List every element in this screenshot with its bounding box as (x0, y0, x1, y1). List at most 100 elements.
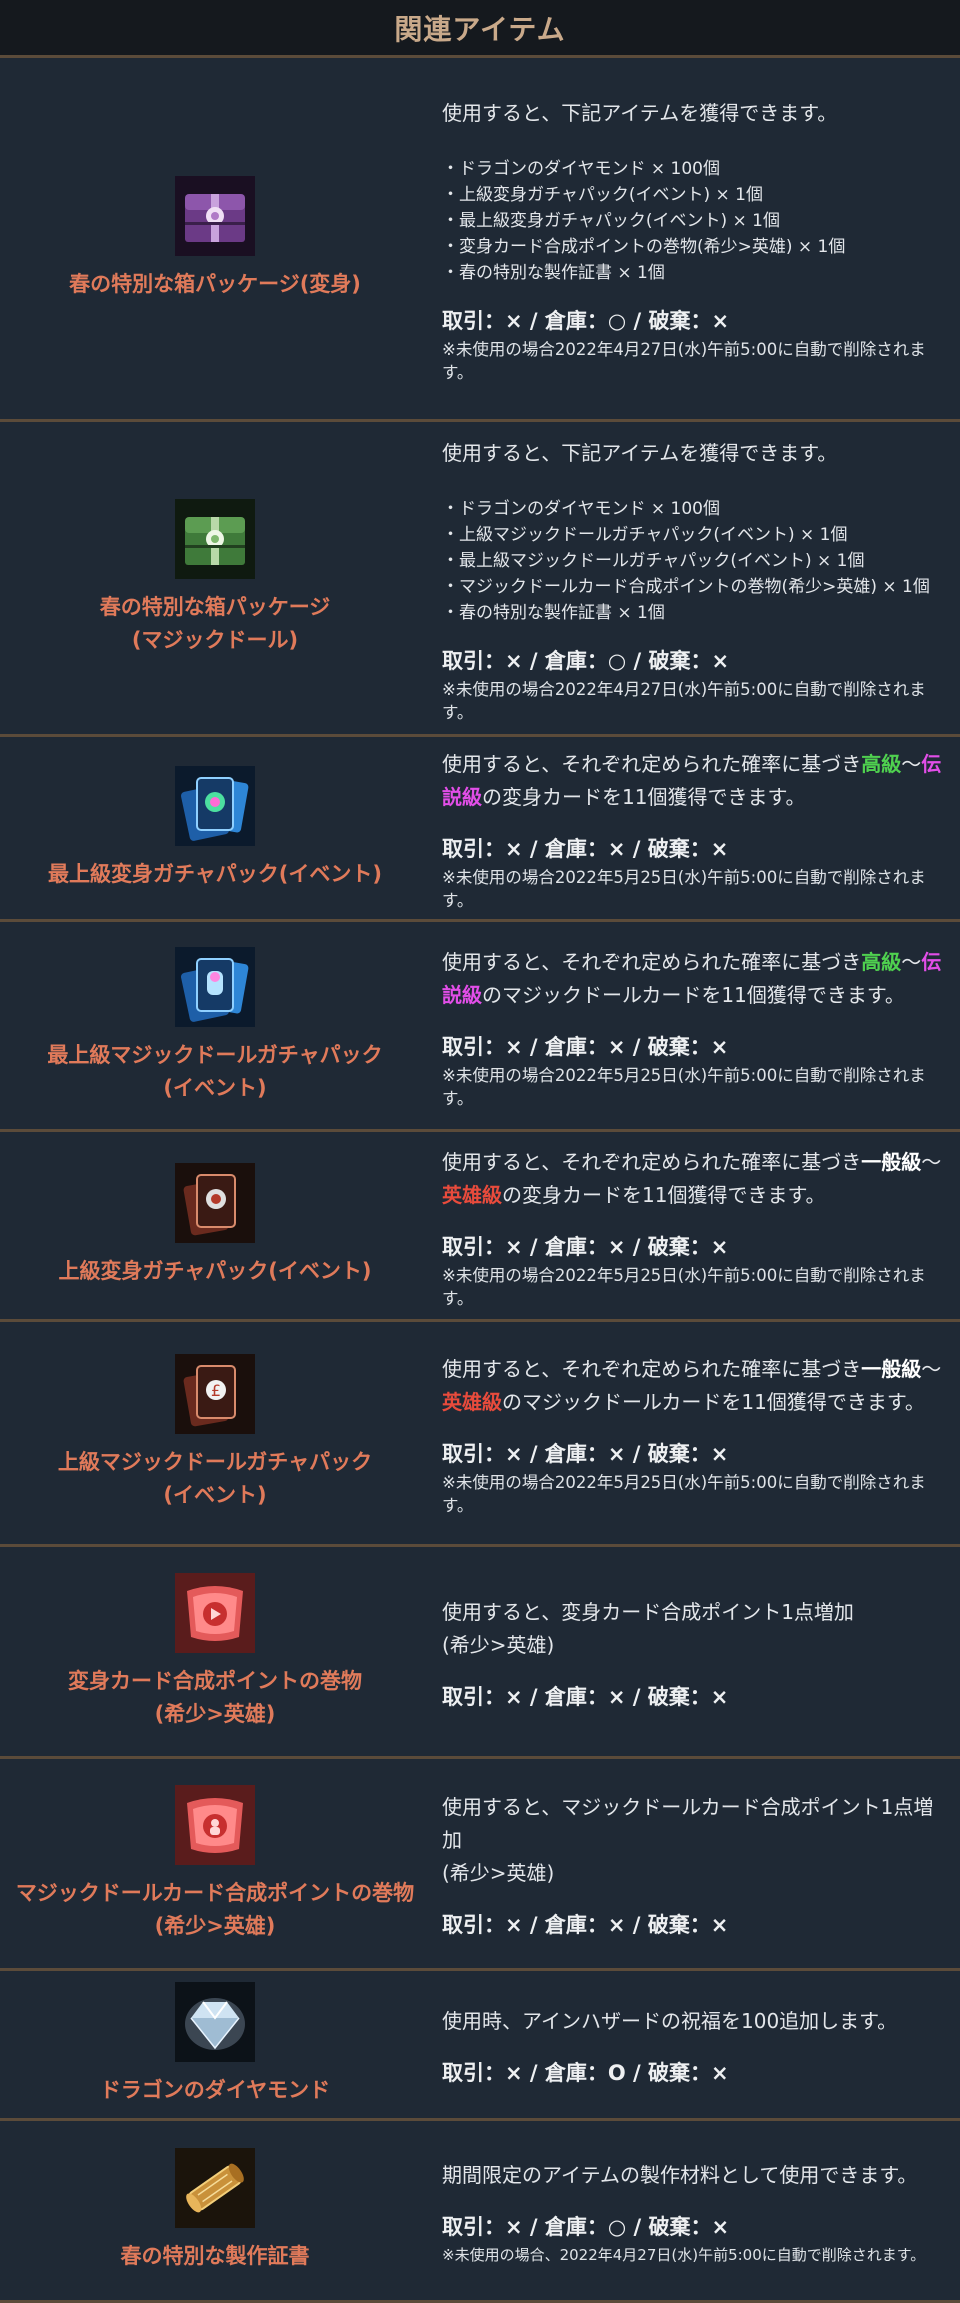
description-text: のマジックドールカードを11個獲得できます。 (482, 982, 905, 1007)
trade-rules: 取引：× / 倉庫：○ / 破棄：× (442, 648, 730, 673)
trade-rules: 取引：× / 倉庫：× / 破棄：× (442, 1234, 729, 1259)
contents-list: ・ドラゴンのダイヤモンド × 100個・上級変身ガチャパック(イベント) × 1… (442, 156, 946, 286)
purple-chest-icon (175, 176, 255, 256)
page: 関連アイテム 春の特別な箱パッケージ(変身) 使用すると、下記アイテムを獲得できま… (0, 0, 960, 2303)
item-name-line: 春の特別な製作証書 (120, 2244, 310, 2268)
item-info: 上級変身ガチャパック(イベント) (0, 1132, 430, 1319)
item-description: 使用すると、マジックドールカード合成ポイント1点増加 (希少>英雄) (442, 1791, 946, 1890)
item-info: 最上級変身ガチャパック(イベント) (0, 737, 430, 919)
contents-list: ・ドラゴンのダイヤモンド × 100個 ・上級マジックドールガチャパック(イベント… (442, 496, 946, 626)
item-row: £ 上級マジックドールガチャパック (イベント) 使用すると、それぞれ定められた確率に… (0, 1322, 960, 1547)
contents-list-item: ・ドラゴンのダイヤモンド × 100個 (442, 498, 720, 519)
description-line: 使用すると、変身カード合成ポイント1点増加 (442, 1599, 854, 1624)
item-row: 春の特別な製作証書 期間限定のアイテムの製作材料として使用できます。 取引：× / … (0, 2121, 960, 2303)
item-row: ドラゴンのダイヤモンド 使用時、アインハザードの祝福を100追加します。 取引：× … (0, 1971, 960, 2121)
item-name-line: (希少>英雄) (154, 1913, 276, 1938)
item-name: ドラゴンのダイヤモンド (100, 2074, 330, 2107)
item-details: 使用すると、それぞれ定められた確率に基づき一般級～ 英雄級のマジックドールカードを… (430, 1322, 960, 1544)
item-name: 上級マジックドールガチャパック (イベント) (58, 1446, 372, 1512)
description-text: 使用すると、それぞれ定められた確率に基づき (442, 949, 862, 974)
item-info: 春の特別な箱パッケージ(変身) (0, 58, 430, 419)
item-description: 使用すると、それぞれ定められた確率に基づき一般級～ 英雄級の変身カードを11個獲得… (442, 1146, 946, 1212)
expiry-note: ※未使用の場合2022年4月27日(水)午前5:00に自動で削除されます。 (442, 340, 926, 382)
rarity-label: 英雄級 (442, 1390, 502, 1414)
item-info: 最上級マジックドールガチャパック (イベント) (0, 922, 430, 1129)
item-details: 使用すると、下記アイテムを獲得できます。 ・ドラゴンのダイヤモンド × 100個・… (430, 58, 960, 419)
item-description: 使用時、アインハザードの祝福を100追加します。 (442, 2009, 898, 2033)
contents-list-item: ・春の特別な製作証書 × 1個 (442, 263, 665, 283)
item-name: 変身カード合成ポイントの巻物 (希少>英雄) (68, 1665, 362, 1731)
item-description: 使用すると、下記アイテムを獲得できます。 (442, 440, 838, 465)
contents-list-item: ・春の特別な製作証書 × 1個 (442, 602, 665, 623)
item-name-line: 上級変身ガチャパック(イベント) (58, 1259, 372, 1283)
item-name-line: (イベント) (163, 1075, 267, 1100)
item-name: 春の特別な製作証書 (121, 2240, 310, 2273)
gold-scroll-icon (175, 2148, 255, 2228)
item-info: 変身カード合成ポイントの巻物 (希少>英雄) (0, 1547, 430, 1756)
contents-list-item: ・上級変身ガチャパック(イベント) × 1個 (442, 185, 763, 205)
trade-rules: 取引：× / 倉庫：× / 破棄：× (442, 1442, 729, 1466)
trade-rules: 取引：× / 倉庫：× / 破棄：× (442, 1034, 729, 1059)
item-name: 春の特別な箱パッケージ (マジックドール) (100, 591, 331, 657)
item-name: 上級変身ガチャパック(イベント) (59, 1255, 372, 1288)
expiry-note: ※未使用の場合2022年4月27日(水)午前5:00に自動で削除されます。 (442, 679, 926, 722)
description-text: の変身カードを11個獲得できます。 (482, 785, 806, 809)
expiry-note: ※未使用の場合2022年5月25日(水)午前5:00に自動で削除されます。 (442, 1065, 926, 1108)
item-row: 最上級マジックドールガチャパック (イベント) 使用すると、それぞれ定められた確率に… (0, 922, 960, 1132)
contents-list-item: ・最上級マジックドールガチャパック(イベント) × 1個 (442, 550, 865, 571)
item-info: ドラゴンのダイヤモンド (0, 1971, 430, 2118)
item-details: 使用すると、マジックドールカード合成ポイント1点増加 (希少>英雄) 取引：× / … (430, 1759, 960, 1968)
item-description: 使用すると、それぞれ定められた確率に基づき一般級～ 英雄級のマジックドールカードを… (442, 1353, 946, 1419)
description-line: 使用すると、マジックドールカード合成ポイント1点増加 (442, 1795, 934, 1852)
section-title: 関連アイテム (394, 12, 566, 46)
item-row: 最上級変身ガチャパック(イベント) 使用すると、それぞれ定められた確率に基づき高級… (0, 737, 960, 922)
item-name-line: 最上級変身ガチャパック(イベント) (48, 861, 382, 886)
item-name: 春の特別な箱パッケージ(変身) (69, 268, 361, 301)
contents-list-item: ・変身カード合成ポイントの巻物(希少>英雄) × 1個 (442, 237, 846, 257)
item-name: マジックドールカード合成ポイントの巻物 (希少>英雄) (16, 1877, 414, 1943)
item-info: £ 上級マジックドールガチャパック (イベント) (0, 1322, 430, 1544)
description-text: 使用すると、それぞれ定められた確率に基づき (442, 752, 862, 776)
item-details: 使用すると、それぞれ定められた確率に基づき高級～伝説級の変身カードを11個獲得で… (430, 737, 960, 919)
trade-rules: 取引：× / 倉庫：○ / 破棄：× (442, 309, 730, 333)
item-description: 使用すると、それぞれ定められた確率に基づき高級～伝説級のマジックドールカードを1… (442, 946, 946, 1012)
red-doll-scroll-icon (175, 1784, 255, 1865)
description-text: の変身カードを11個獲得できます。 (502, 1182, 826, 1207)
item-name-line: (マジックドール) (131, 628, 299, 652)
contents-list-item: ・ドラゴンのダイヤモンド × 100個 (442, 159, 720, 179)
red-doll-pack-icon: £ (175, 1354, 255, 1434)
item-description: 期間限定のアイテムの製作材料として使用できます。 (442, 2162, 918, 2187)
rarity-label: 一般級 (861, 1149, 922, 1174)
item-details: 使用すると、それぞれ定められた確率に基づき一般級～ 英雄級の変身カードを11個獲得… (430, 1132, 960, 1319)
item-name-line: 変身カード合成ポイントの巻物 (68, 1668, 362, 1693)
item-info: マジックドールカード合成ポイントの巻物 (希少>英雄) (0, 1759, 430, 1968)
item-info: 春の特別な製作証書 (0, 2121, 430, 2300)
item-name-line: 春の特別な箱パッケージ(変身) (69, 272, 361, 296)
section-header: 関連アイテム (0, 0, 960, 58)
item-row: 上級変身ガチャパック(イベント) 使用すると、それぞれ定められた確率に基づき一般級… (0, 1132, 960, 1322)
description-text: ～ (901, 949, 922, 974)
item-info: 春の特別な箱パッケージ (マジックドール) (0, 422, 430, 734)
rarity-label: 高級 (861, 752, 902, 776)
trade-rules: 取引：× / 倉庫：○ / 破棄：× (442, 2214, 730, 2239)
expiry-note: ※未使用の場合2022年5月25日(水)午前5:00に自動で削除されます。 (442, 1265, 926, 1308)
item-name: 最上級変身ガチャパック(イベント) (48, 858, 382, 891)
contents-list-item: ・マジックドールカード合成ポイントの巻物(希少>英雄) × 1個 (442, 576, 930, 597)
expiry-note: ※未使用の場合、2022年4月27日(水)午前5:00に自動で削除されます。 (442, 2245, 926, 2264)
rarity-label: 高級 (861, 949, 902, 974)
item-description: 使用すると、下記アイテムを獲得できます。 (442, 101, 838, 125)
trade-rules: 取引：× / 倉庫：× / 破棄：× (442, 1913, 729, 1937)
item-name-line: マジックドールカード合成ポイントの巻物 (15, 1880, 415, 1905)
trade-rules: 取引：× / 倉庫：O / 破棄：× (442, 2061, 729, 2085)
item-details: 使用すると、変身カード合成ポイント1点増加 (希少>英雄) 取引：× / 倉庫：× … (430, 1547, 960, 1756)
item-name-line: 上級マジックドールガチャパック (57, 1450, 373, 1474)
item-row: 春の特別な箱パッケージ (マジックドール) 使用すると、下記アイテムを獲得できます。… (0, 422, 960, 737)
item-list: 春の特別な箱パッケージ(変身) 使用すると、下記アイテムを獲得できます。 ・ドラゴン… (0, 58, 960, 2303)
description-line: (希少>英雄) (442, 1861, 555, 1885)
red-card-pack-icon (175, 1163, 255, 1243)
description-text: 使用すると、それぞれ定められた確率に基づき (442, 1149, 862, 1174)
svg-text:£: £ (211, 1381, 221, 1400)
description-text: のマジックドールカードを11個獲得できます。 (502, 1390, 925, 1414)
item-name-line: (イベント) (163, 1483, 267, 1507)
rarity-label: 英雄級 (442, 1182, 502, 1207)
